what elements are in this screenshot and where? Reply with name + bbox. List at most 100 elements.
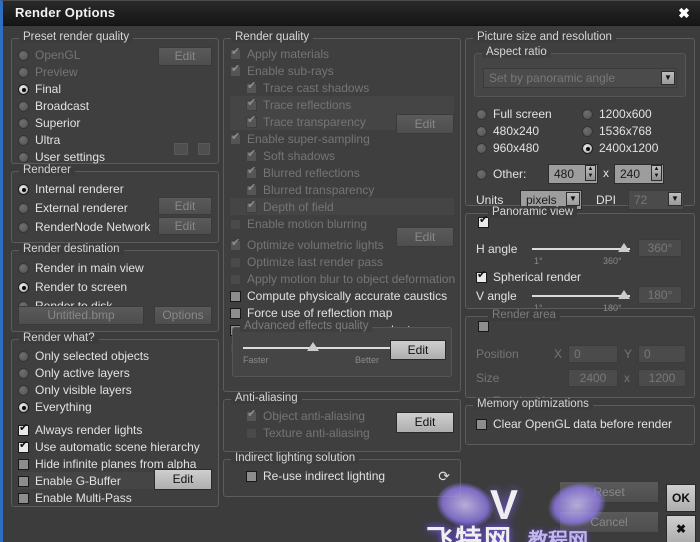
chevron-down-icon[interactable]: ▼ — [668, 192, 682, 206]
checkbox-optimize-last-render-pass[interactable] — [230, 257, 241, 268]
h-angle-value[interactable]: 360° — [638, 239, 682, 257]
check-row-force-reflection-map[interactable]: Force use of reflection map — [230, 304, 454, 321]
h-angle-slider[interactable] — [532, 241, 630, 255]
check-row-blurred-transparency[interactable]: Blurred transparency — [230, 181, 454, 198]
position-y-input[interactable]: 0 — [638, 345, 686, 363]
checkbox-render-area[interactable] — [478, 321, 489, 332]
other-width-spinner[interactable]: 480 ▲ ▼ — [548, 164, 598, 184]
radio-row-superior[interactable]: Superior — [18, 114, 212, 131]
radio-render-in-main-view[interactable] — [18, 263, 29, 274]
checkbox-clear-opengl-data-before-render[interactable] — [476, 419, 487, 430]
check-row-spherical-render[interactable]: Spherical render — [472, 268, 688, 285]
radio-2400x1200[interactable] — [582, 143, 593, 154]
radio-preview[interactable] — [18, 67, 29, 78]
check-row-trace-reflections[interactable]: Trace reflections — [230, 96, 454, 113]
radio-rendernode-network[interactable] — [18, 222, 29, 233]
refresh-icon[interactable]: ⟳ — [438, 468, 450, 485]
check-row-apply-materials[interactable]: Apply materials — [230, 45, 454, 62]
slider-thumb[interactable] — [306, 342, 319, 351]
folder-open-icon[interactable] — [174, 143, 188, 155]
size-width-input[interactable]: 2400 — [568, 369, 618, 387]
radio-row-960x480[interactable]: 960x480 — [476, 139, 539, 156]
dpi-combo[interactable]: 72 ▼ — [628, 190, 684, 210]
checkbox-depth-of-field[interactable] — [246, 199, 257, 213]
aspect-ratio-combo[interactable]: Set by panoramic angle ▼ — [483, 68, 677, 88]
radio-only-selected-objects[interactable] — [18, 351, 29, 362]
v-angle-slider[interactable] — [532, 288, 630, 302]
chevron-down-icon[interactable]: ▼ — [661, 71, 675, 85]
radio-everything[interactable] — [18, 402, 29, 413]
output-file-field[interactable]: Untitled.bmp — [18, 306, 144, 325]
radio-row-480x240[interactable]: 480x240 — [476, 122, 539, 139]
radio-row-1536x768[interactable]: 1536x768 — [582, 122, 652, 139]
aspect-ratio-value[interactable]: Set by panoramic angle — [483, 68, 677, 88]
checkbox-texture-anti-aliasing[interactable] — [246, 428, 257, 439]
check-row-always-render-lights[interactable]: Always render lights — [18, 421, 212, 438]
radio-user-settings[interactable] — [18, 152, 29, 163]
edit-external-renderer-button[interactable]: Edit — [158, 197, 212, 215]
checkbox-apply-materials[interactable] — [230, 46, 241, 60]
radio-1536x768[interactable] — [582, 126, 593, 137]
radio-row-render-main-view[interactable]: Render in main view — [18, 258, 212, 277]
checkbox-force-use-of-reflection-map[interactable] — [230, 308, 241, 319]
check-row-soft-shadows[interactable]: Soft shadows — [230, 147, 454, 164]
slider-thumb[interactable] — [618, 243, 630, 252]
radio-row-render-to-screen[interactable]: Render to screen — [18, 277, 212, 296]
close-icon[interactable]: ✖ — [674, 4, 694, 22]
edit-multipass-button[interactable]: Edit — [154, 469, 212, 490]
check-row-use-automatic-scene-hierarchy[interactable]: Use automatic scene hierarchy — [18, 438, 212, 455]
edit-super-sampling-button[interactable]: Edit — [396, 227, 454, 247]
check-row-reuse-indirect-lighting[interactable]: Re-use indirect lighting — [230, 467, 454, 484]
chevron-down-icon[interactable]: ▼ — [566, 192, 580, 206]
radio-internal-renderer[interactable] — [18, 184, 29, 195]
checkbox-trace-cast-shadows[interactable] — [246, 80, 257, 94]
radio-render-to-screen[interactable] — [18, 282, 29, 293]
save-icon[interactable] — [198, 143, 210, 155]
radio-only-active-layers[interactable] — [18, 368, 29, 379]
edit-preset-button[interactable]: Edit — [158, 47, 212, 66]
size-height-input[interactable]: 1200 — [638, 369, 686, 387]
spinner-up-down-icon[interactable]: ▲ ▼ — [651, 165, 662, 181]
checkbox-object-anti-aliasing[interactable] — [246, 408, 257, 422]
slider-thumb[interactable] — [618, 290, 630, 299]
checkbox-hide-infinite-planes-from-alpha[interactable] — [18, 459, 29, 470]
check-row-depth-of-field[interactable]: Depth of field — [230, 198, 454, 215]
radio-960x480[interactable] — [476, 143, 487, 154]
checkbox-trace-transparency[interactable] — [246, 114, 257, 128]
checkbox-soft-shadows[interactable] — [246, 148, 257, 162]
other-height-spinner[interactable]: 240 ▲ ▼ — [614, 164, 664, 184]
checkbox-blurred-reflections[interactable] — [246, 165, 257, 179]
radio-1200x600[interactable] — [582, 109, 593, 120]
radio-ultra[interactable] — [18, 135, 29, 146]
ok-button[interactable]: OK — [666, 484, 696, 512]
radio-row-full-screen[interactable]: Full screen — [476, 105, 552, 122]
checkbox-always-render-lights[interactable] — [18, 422, 29, 436]
checkbox-apply-motion-blur-to-object-deformation[interactable] — [230, 274, 241, 285]
check-row-enable-multi-pass[interactable]: Enable Multi-Pass — [18, 489, 212, 506]
radio-row-other[interactable]: Other: — [476, 165, 526, 182]
checkbox-optimize-volumetric-lights[interactable] — [230, 237, 241, 251]
advanced-effects-slider[interactable] — [243, 340, 395, 354]
checkbox-enable-sub-rays[interactable] — [230, 63, 241, 77]
radio-480x240[interactable] — [476, 126, 487, 137]
checkbox-spherical-render[interactable] — [476, 269, 487, 283]
edit-sub-rays-button[interactable]: Edit — [396, 114, 454, 134]
radio-other-size[interactable] — [476, 169, 487, 180]
checkbox-enable-super-sampling[interactable] — [230, 131, 241, 145]
checkbox-trace-reflections[interactable] — [246, 97, 257, 111]
radio-row-only-visible-layers[interactable]: Only visible layers — [18, 381, 212, 398]
checkbox-enable-g-buffer[interactable] — [18, 476, 29, 487]
spinner-up-down-icon[interactable]: ▲ ▼ — [585, 165, 596, 181]
check-row-blurred-reflections[interactable]: Blurred reflections — [230, 164, 454, 181]
checkbox-panoramic-view[interactable] — [478, 214, 489, 228]
radio-external-renderer[interactable] — [18, 203, 29, 214]
position-x-input[interactable]: 0 — [568, 345, 618, 363]
edit-rendernode-button[interactable]: Edit — [158, 217, 212, 235]
radio-row-only-active-layers[interactable]: Only active layers — [18, 364, 212, 381]
dialog-close-button[interactable]: ✖ — [666, 515, 696, 542]
output-options-button[interactable]: Options — [154, 306, 212, 325]
reset-button[interactable]: Reset — [559, 481, 659, 503]
radio-row-1200x600[interactable]: 1200x600 — [582, 105, 652, 122]
checkbox-enable-motion-blurring[interactable] — [230, 219, 241, 230]
radio-row-final[interactable]: Final — [18, 80, 212, 97]
